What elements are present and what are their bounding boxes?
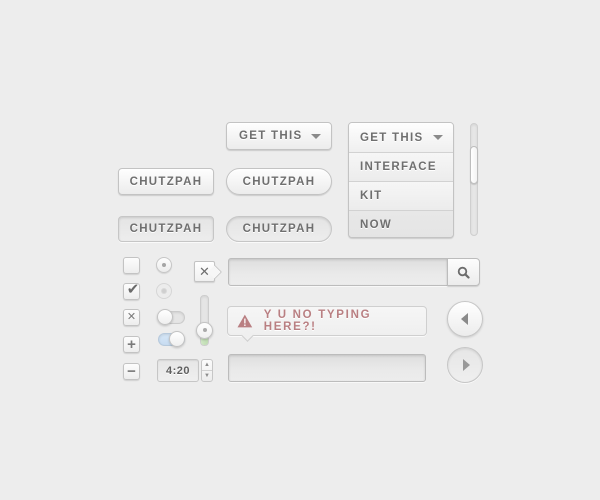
checkbox-checked[interactable]: ✔ bbox=[123, 281, 140, 300]
dropdown-item-label: KIT bbox=[360, 190, 383, 202]
toggle-knob bbox=[157, 309, 173, 325]
close-small-button[interactable]: ✕ bbox=[123, 309, 140, 326]
chevron-down-icon: ▼ bbox=[204, 372, 210, 379]
dropdown-item-label: NOW bbox=[360, 219, 393, 231]
toggle-switch-on[interactable] bbox=[158, 331, 185, 347]
stepper-value: 4:20 bbox=[165, 364, 191, 377]
dropdown-item-now[interactable]: NOW bbox=[349, 210, 453, 237]
dropdown-label: GET THIS bbox=[239, 130, 303, 142]
chutzpah-button-pressed[interactable]: CHUTZPAH bbox=[118, 216, 214, 242]
caret-down-icon bbox=[311, 133, 321, 139]
chutzpah-button[interactable]: CHUTZPAH bbox=[118, 168, 214, 195]
alert-tail bbox=[241, 329, 254, 342]
caret-down-icon bbox=[433, 135, 443, 140]
dropdown-item-label: INTERFACE bbox=[360, 161, 437, 173]
toggle-switch-off[interactable] bbox=[157, 309, 185, 325]
arrow-left-icon bbox=[460, 313, 468, 325]
chutzpah-pill-button-pressed[interactable]: CHUTZPAH bbox=[226, 216, 332, 242]
previous-button[interactable] bbox=[447, 301, 483, 337]
stepper-buttons: ▲ ▼ bbox=[201, 359, 213, 382]
search-input[interactable] bbox=[228, 258, 448, 286]
radio-dot bbox=[162, 289, 166, 293]
text-input[interactable] bbox=[228, 354, 426, 382]
close-icon: ✕ bbox=[126, 311, 137, 323]
plus-icon: + bbox=[127, 336, 136, 353]
next-button[interactable] bbox=[447, 347, 483, 383]
warning-icon bbox=[237, 314, 253, 328]
button-label: CHUTZPAH bbox=[129, 175, 203, 188]
alert-message: Y U NO TYPING HERE?! bbox=[263, 309, 372, 333]
scrollbar-track[interactable] bbox=[470, 123, 478, 236]
dropdown-get-this[interactable]: GET THIS bbox=[226, 122, 332, 150]
remove-small-button[interactable]: − bbox=[123, 363, 140, 380]
chevron-up-icon: ▲ bbox=[204, 361, 210, 368]
chutzpah-pill-button[interactable]: CHUTZPAH bbox=[226, 168, 332, 195]
add-small-button[interactable]: + bbox=[123, 336, 140, 353]
search-button[interactable] bbox=[447, 258, 480, 286]
arrow-right-icon bbox=[462, 359, 470, 371]
validation-alert: Y U NO TYPING HERE?! bbox=[227, 306, 427, 342]
knob-dot bbox=[202, 328, 207, 333]
dropdown-item-kit[interactable]: KIT bbox=[349, 181, 453, 210]
toggle-knob bbox=[169, 331, 185, 347]
close-icon: ✕ bbox=[199, 263, 210, 279]
time-stepper-field[interactable]: 4:20 bbox=[157, 359, 199, 382]
stepper-down-button[interactable]: ▼ bbox=[202, 371, 212, 382]
checkmark-icon: ✔ bbox=[126, 281, 140, 298]
dropdown-menu-open: GET THIS INTERFACE KIT NOW bbox=[348, 122, 454, 238]
scrollbar-thumb[interactable] bbox=[470, 145, 478, 184]
minus-icon: − bbox=[127, 363, 136, 380]
button-label: CHUTZPAH bbox=[129, 223, 203, 235]
tag-close-button[interactable]: ✕ bbox=[194, 261, 215, 282]
dropdown-header[interactable]: GET THIS bbox=[349, 123, 453, 152]
search-icon bbox=[457, 266, 470, 279]
stepper-up-button[interactable]: ▲ bbox=[202, 360, 212, 371]
checkbox-unchecked[interactable] bbox=[123, 257, 140, 274]
dropdown-label: GET THIS bbox=[360, 131, 424, 144]
dropdown-item-interface[interactable]: INTERFACE bbox=[349, 152, 453, 181]
radio-dot bbox=[162, 263, 166, 267]
button-label: CHUTZPAH bbox=[242, 175, 316, 188]
button-label: CHUTZPAH bbox=[242, 223, 316, 235]
radio-button-disabled[interactable] bbox=[156, 283, 172, 299]
radio-button[interactable] bbox=[156, 257, 172, 273]
vertical-slider-knob[interactable] bbox=[196, 321, 213, 339]
